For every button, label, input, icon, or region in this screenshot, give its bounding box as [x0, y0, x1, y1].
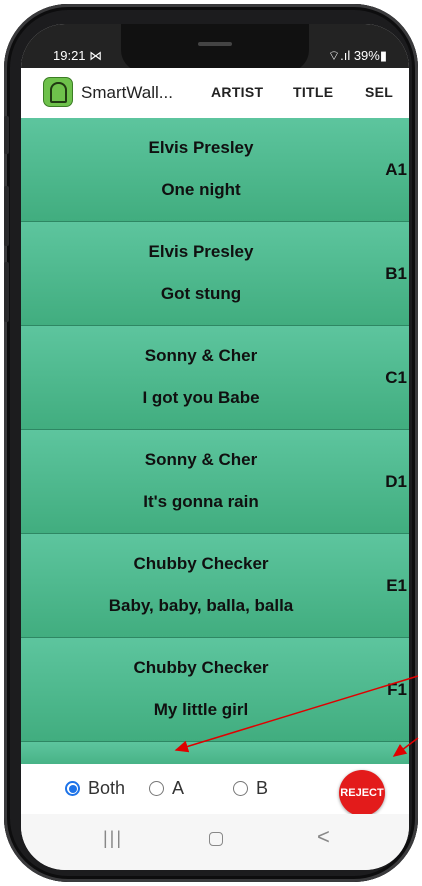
- radio-unselected-icon[interactable]: [149, 781, 164, 796]
- artist-name: Sonny & Cher: [144, 450, 258, 469]
- side-filter-bar: Both A B REJECT: [21, 764, 409, 816]
- radio-a[interactable]: A: [149, 778, 184, 799]
- radio-label: B: [256, 778, 269, 798]
- radio-label: A: [172, 778, 185, 798]
- artist-name: Elvis Presley: [148, 242, 254, 261]
- tab-title[interactable]: TITLE: [293, 84, 333, 100]
- artist-name: Chubby Checker: [133, 554, 269, 573]
- phone-frame: 19:21 ⋈ ⌔.ıl 39%▮ SmartWall... ARTIST TI…: [4, 4, 418, 882]
- jukebox-logo-icon: [43, 77, 73, 107]
- radio-both[interactable]: Both: [65, 778, 125, 799]
- status-bar: 19:21 ⋈ ⌔.ıl 39%▮: [21, 24, 409, 72]
- camera-notch: [121, 24, 309, 72]
- back-icon[interactable]: <: [317, 824, 330, 850]
- selection-code: C1: [385, 368, 407, 387]
- list-item[interactable]: Elvis Presley Got stung B1: [21, 222, 409, 326]
- selection-code: E1: [386, 576, 407, 595]
- song-title: Baby, baby, balla, balla: [108, 596, 294, 615]
- selection-code: D1: [385, 472, 407, 491]
- song-title: One night: [161, 180, 241, 199]
- song-title: I got you Babe: [142, 388, 260, 407]
- list-item[interactable]: Sonny & Cher It's gonna rain D1: [21, 430, 409, 534]
- artist-name: Sonny & Cher: [144, 346, 258, 365]
- song-title: It's gonna rain: [143, 492, 259, 511]
- status-time: 19:21 ⋈: [53, 48, 103, 63]
- song-list[interactable]: Elvis Presley One night A1 Elvis Presley…: [21, 118, 409, 764]
- system-nav-bar: ||| <: [21, 814, 409, 870]
- status-indicators: ⌔.ıl 39%▮: [327, 48, 387, 63]
- tab-artist[interactable]: ARTIST: [211, 84, 263, 100]
- recents-icon[interactable]: |||: [103, 828, 123, 849]
- app-title: SmartWall...: [81, 83, 173, 102]
- radio-label: Both: [88, 778, 126, 798]
- radio-unselected-icon[interactable]: [233, 781, 248, 796]
- volume-up-button: [4, 186, 9, 246]
- list-item[interactable]: Elvis Presley One night A1: [21, 118, 409, 222]
- app-bar: SmartWall... ARTIST TITLE SEL: [21, 68, 409, 118]
- song-title: Got stung: [160, 284, 242, 303]
- artist-name: Elvis Presley: [148, 138, 254, 157]
- speaker-grille: [198, 42, 232, 46]
- radio-selected-icon[interactable]: [65, 781, 80, 796]
- home-icon[interactable]: [209, 832, 223, 846]
- list-item[interactable]: Chubby Checker My little girl F1: [21, 638, 409, 742]
- list-item[interactable]: [21, 742, 409, 764]
- selection-code: A1: [385, 160, 407, 179]
- selection-code: B1: [385, 264, 407, 283]
- volume-down-button: [4, 262, 9, 322]
- artist-name: Chubby Checker: [133, 658, 269, 677]
- screen: 19:21 ⋈ ⌔.ıl 39%▮ SmartWall... ARTIST TI…: [21, 24, 409, 870]
- list-item[interactable]: Sonny & Cher I got you Babe C1: [21, 326, 409, 430]
- reject-button[interactable]: REJECT: [339, 770, 385, 816]
- selection-code: F1: [387, 680, 407, 699]
- list-item[interactable]: Chubby Checker Baby, baby, balla, balla …: [21, 534, 409, 638]
- song-title: My little girl: [153, 700, 249, 719]
- radio-b[interactable]: B: [233, 778, 268, 799]
- side-button: [4, 116, 9, 154]
- tab-sel[interactable]: SEL: [365, 84, 393, 100]
